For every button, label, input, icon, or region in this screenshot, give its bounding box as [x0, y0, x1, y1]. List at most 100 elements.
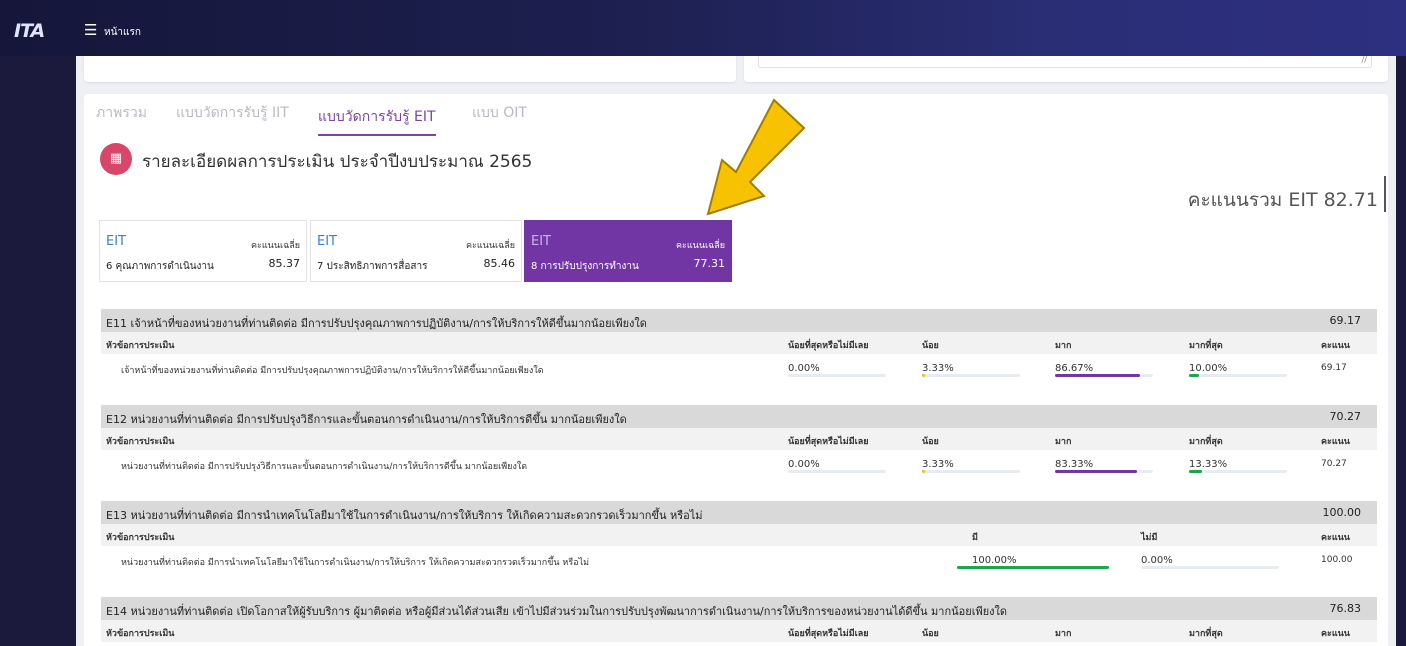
- column-header-row: หัวข้อการประเมิน น้อยที่สุดหรือไม่มีเลย …: [101, 620, 1377, 642]
- row-score: 69.17: [1321, 363, 1347, 373]
- metric-name: 6 คุณภาพการดำเนินงาน: [106, 261, 214, 272]
- divider: [1384, 176, 1386, 212]
- column-header-row: หัวข้อการประเมิน มี ไม่มี คะแนน: [101, 524, 1377, 546]
- value-most: 10.00%: [1189, 363, 1228, 374]
- bar-most: [1189, 374, 1287, 377]
- ita-logo[interactable]: ITA: [14, 20, 45, 42]
- eit-total-score: คะแนนรวม EIT 82.71: [1187, 189, 1378, 211]
- resize-handle-icon[interactable]: ∕∕: [1362, 56, 1367, 64]
- row-score: 70.27: [1321, 459, 1347, 469]
- column-header-row: หัวข้อการประเมิน น้อยที่สุดหรือไม่มีเลย …: [101, 428, 1377, 450]
- col-least: น้อยที่สุดหรือไม่มีเลย: [788, 437, 869, 447]
- bar-yes: [957, 566, 1109, 569]
- bar-least: [788, 374, 886, 377]
- comment-textarea[interactable]: ∕∕: [758, 56, 1372, 68]
- col-little: น้อย: [922, 341, 939, 351]
- value-least: 0.00%: [788, 459, 820, 470]
- section-score: 100.00: [1322, 506, 1362, 519]
- col-little: น้อย: [922, 629, 939, 639]
- value-much: 86.67%: [1055, 363, 1094, 374]
- section-e11: E11 เจ้าหน้าที่ของหน่วยงานที่ท่านติดต่อ …: [101, 309, 1377, 382]
- col-topic: หัวข้อการประเมิน: [106, 437, 175, 447]
- col-topic: หัวข้อการประเมิน: [106, 533, 175, 543]
- metric-avg-label: คะแนนเฉลี่ย: [466, 241, 515, 251]
- bar-most: [1189, 470, 1287, 473]
- col-much: มาก: [1055, 341, 1072, 351]
- metric-card-6[interactable]: EIT คะแนนเฉลี่ย 6 คุณภาพการดำเนินงาน 85.…: [99, 220, 307, 282]
- section-title: E13 หน่วยงานที่ท่านติดต่อ มีการนำเทคโนโล…: [106, 509, 703, 522]
- document-icon: ▦: [100, 143, 132, 175]
- bar-no: [1141, 566, 1279, 569]
- col-most: มากที่สุด: [1189, 629, 1223, 639]
- section-title: E12 หน่วยงานที่ท่านติดต่อ มีการปรับปรุงว…: [106, 413, 627, 426]
- section-title: E11 เจ้าหน้าที่ของหน่วยงานที่ท่านติดต่อ …: [106, 317, 647, 330]
- col-topic: หัวข้อการประเมิน: [106, 341, 175, 351]
- section-score: 69.17: [1329, 314, 1362, 327]
- col-topic: หัวข้อการประเมิน: [106, 629, 175, 639]
- col-score: คะแนน: [1321, 629, 1350, 639]
- metric-name: 8 การปรับปรุงการทำงาน: [531, 261, 639, 272]
- breadcrumb-home[interactable]: หน้าแรก: [104, 25, 141, 40]
- value-little: 3.33%: [922, 363, 954, 374]
- metric-name: 7 ประสิทธิภาพการสื่อสาร: [317, 261, 428, 272]
- menu-icon[interactable]: ☰: [84, 21, 97, 39]
- column-header-row: หัวข้อการประเมิน น้อยที่สุดหรือไม่มีเลย …: [101, 332, 1377, 354]
- col-yes: มี: [972, 533, 978, 543]
- col-score: คะแนน: [1321, 437, 1350, 447]
- tab-iit[interactable]: แบบวัดการรับรู้ IIT: [176, 102, 289, 124]
- table-row: เจ้าหน้าที่ของหน่วยงานที่ท่านติดต่อ มีกา…: [101, 354, 1377, 382]
- bar-little: [922, 374, 1020, 377]
- col-score: คะแนน: [1321, 341, 1350, 351]
- row-label: หน่วยงานที่ท่านติดต่อ มีการปรับปรุงวิธีก…: [121, 462, 528, 472]
- bar-much: [1055, 374, 1153, 377]
- section-header: E13 หน่วยงานที่ท่านติดต่อ มีการนำเทคโนโล…: [101, 501, 1377, 524]
- section-score: 76.83: [1329, 602, 1362, 615]
- metric-score: 77.31: [693, 257, 726, 270]
- section-header: E11 เจ้าหน้าที่ของหน่วยงานที่ท่านติดต่อ …: [101, 309, 1377, 332]
- section-e14: E14 หน่วยงานที่ท่านติดต่อ เปิดโอกาสให้ผู…: [101, 597, 1377, 642]
- metric-code: EIT: [531, 234, 551, 249]
- value-no: 0.00%: [1141, 555, 1173, 566]
- section-header: E14 หน่วยงานที่ท่านติดต่อ เปิดโอกาสให้ผู…: [101, 597, 1377, 620]
- top-navbar: ITA ☰ หน้าแรก: [0, 0, 1406, 56]
- value-much: 83.33%: [1055, 459, 1094, 470]
- section-e12: E12 หน่วยงานที่ท่านติดต่อ มีการปรับปรุงว…: [101, 405, 1377, 478]
- table-row: หน่วยงานที่ท่านติดต่อ มีการปรับปรุงวิธีก…: [101, 450, 1377, 478]
- col-much: มาก: [1055, 437, 1072, 447]
- row-score: 100.00: [1321, 555, 1353, 565]
- col-no: ไม่มี: [1141, 533, 1158, 543]
- col-least: น้อยที่สุดหรือไม่มีเลย: [788, 341, 869, 351]
- col-much: มาก: [1055, 629, 1072, 639]
- metric-card-7[interactable]: EIT คะแนนเฉลี่ย 7 ประสิทธิภาพการสื่อสาร …: [310, 220, 522, 282]
- section-score: 70.27: [1329, 410, 1362, 423]
- section-header: E12 หน่วยงานที่ท่านติดต่อ มีการปรับปรุงว…: [101, 405, 1377, 428]
- tab-overview[interactable]: ภาพรวม: [96, 102, 147, 124]
- tab-oit[interactable]: แบบ OIT: [472, 102, 527, 124]
- metric-score: 85.37: [268, 257, 301, 270]
- top-card-left: [84, 56, 736, 82]
- top-card-right: ∕∕: [744, 56, 1388, 82]
- tab-eit[interactable]: แบบวัดการรับรู้ EIT: [318, 106, 436, 136]
- value-little: 3.33%: [922, 459, 954, 470]
- value-most: 13.33%: [1189, 459, 1228, 470]
- col-score: คะแนน: [1321, 533, 1350, 543]
- annotation-arrow-icon: [706, 98, 806, 216]
- col-most: มากที่สุด: [1189, 437, 1223, 447]
- report-title: รายละเอียดผลการประเมิน ประจำปีงบประมาณ 2…: [142, 152, 533, 172]
- metric-card-8[interactable]: EIT คะแนนเฉลี่ย 8 การปรับปรุงการทำงาน 77…: [524, 220, 732, 282]
- bar-much: [1055, 470, 1153, 473]
- metric-score: 85.46: [483, 257, 516, 270]
- metric-code: EIT: [106, 234, 126, 249]
- metric-code: EIT: [317, 234, 337, 249]
- bar-little: [922, 470, 1020, 473]
- metric-avg-label: คะแนนเฉลี่ย: [676, 241, 725, 251]
- row-label: หน่วยงานที่ท่านติดต่อ มีการนำเทคโนโลยีมา…: [121, 558, 590, 568]
- section-title: E14 หน่วยงานที่ท่านติดต่อ เปิดโอกาสให้ผู…: [106, 605, 1008, 618]
- row-label: เจ้าหน้าที่ของหน่วยงานที่ท่านติดต่อ มีกา…: [121, 366, 544, 376]
- col-little: น้อย: [922, 437, 939, 447]
- scrollbar-track[interactable]: [1396, 56, 1406, 646]
- bar-least: [788, 470, 886, 473]
- section-e13: E13 หน่วยงานที่ท่านติดต่อ มีการนำเทคโนโล…: [101, 501, 1377, 574]
- sidebar: [0, 56, 76, 646]
- col-least: น้อยที่สุดหรือไม่มีเลย: [788, 629, 869, 639]
